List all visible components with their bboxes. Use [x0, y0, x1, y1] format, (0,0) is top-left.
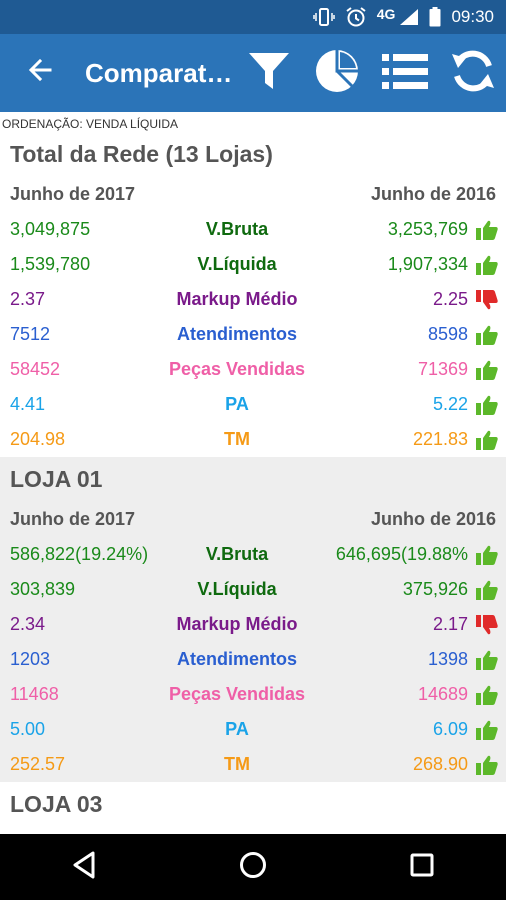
signal-icon	[399, 8, 419, 26]
nav-home-button[interactable]	[223, 837, 283, 897]
metric-label: Atendimentos	[176, 324, 297, 344]
period-header: Junho de 2017 Junho de 2016	[0, 176, 506, 212]
thumbs-up-icon	[476, 649, 498, 671]
system-navigation-bar	[0, 834, 506, 900]
filter-icon	[247, 49, 291, 98]
previous-value: 3,253,769	[387, 219, 468, 239]
previous-value: 1,907,334	[387, 254, 468, 274]
section-title: Total da Rede (13 Lojas)	[10, 141, 273, 167]
period-current: Junho de 2017	[10, 183, 136, 204]
metric-label: PA	[225, 719, 249, 739]
previous-value: 268.90	[412, 754, 468, 774]
period-previous: Junho de 2016	[370, 183, 496, 204]
network-label: 4G	[376, 6, 396, 22]
section-title: LOJA 03	[10, 791, 103, 817]
status-bar: 4G 09:30	[0, 0, 506, 34]
previous-value: 2.25	[432, 289, 468, 309]
metric-label: TM	[224, 754, 250, 774]
period-header: Junho de 2017 Junho de 2016	[0, 501, 506, 537]
thumbs-up-icon	[476, 684, 498, 706]
metric-row-markup: 2.37 Markup Médio 2.25	[0, 282, 506, 317]
triangle-back-icon	[71, 851, 97, 884]
previous-value: 14689	[417, 684, 468, 704]
list-icon	[382, 51, 428, 96]
previous-value: 5.22	[432, 394, 468, 414]
filter-button[interactable]	[244, 48, 294, 98]
nav-recents-button[interactable]	[392, 837, 452, 897]
thumbs-up-icon	[476, 254, 498, 276]
previous-value: 71369	[417, 359, 468, 379]
thumbs-down-icon	[476, 289, 498, 311]
metric-label: TM	[224, 429, 250, 449]
metric-label: PA	[225, 394, 249, 414]
metric-row-v-bruta: 586,822(19.24%) V.Bruta 646,695(19.88%	[0, 537, 506, 572]
pie-chart-icon	[314, 48, 360, 99]
comparison-content[interactable]: ORDENAÇÃO: VENDA LÍQUIDA Total da Rede (…	[0, 112, 506, 834]
arrow-left-icon	[26, 56, 54, 89]
thumbs-up-icon	[476, 579, 498, 601]
battery-icon	[429, 7, 441, 27]
previous-value: 221.83	[412, 429, 468, 449]
thumbs-up-icon	[476, 219, 498, 241]
refresh-icon	[450, 48, 496, 99]
back-button[interactable]	[22, 54, 58, 90]
store-section-loja-01[interactable]: LOJA 01 Junho de 2017 Junho de 2016 586,…	[0, 457, 506, 782]
metric-label: Atendimentos	[176, 649, 297, 669]
circle-home-icon	[239, 851, 267, 884]
thumbs-up-icon	[476, 544, 498, 566]
list-button[interactable]	[380, 48, 430, 98]
thumbs-up-icon	[476, 359, 498, 381]
status-icons: 4G 09:30	[313, 0, 494, 34]
metric-label: Markup Médio	[176, 289, 298, 309]
network-total-section: Total da Rede (13 Lojas) Junho de 2017 J…	[0, 132, 506, 457]
thumbs-down-icon	[476, 614, 498, 636]
previous-value: 1398	[427, 649, 468, 669]
thumbs-up-icon	[476, 719, 498, 741]
metric-row-atendimentos: 1203 Atendimentos 1398	[0, 642, 506, 677]
metric-label: Peças Vendidas	[168, 359, 306, 379]
metric-row-pa: 4.41 PA 5.22	[0, 387, 506, 422]
previous-value: 375,926	[402, 579, 468, 599]
period-previous: Junho de 2016	[370, 508, 496, 529]
ordering-label: ORDENAÇÃO: VENDA LÍQUIDA	[2, 117, 179, 131]
thumbs-up-icon	[476, 429, 498, 451]
app-bar: Comparat…	[0, 34, 506, 112]
section-title: LOJA 01	[10, 466, 103, 492]
thumbs-up-icon	[476, 754, 498, 776]
metric-row-v-liquida: 303,839 V.Líquida 375,926	[0, 572, 506, 607]
square-recents-icon	[410, 853, 434, 882]
vibrate-icon	[313, 7, 335, 27]
previous-value: 8598	[427, 324, 468, 344]
nav-back-button[interactable]	[54, 837, 114, 897]
metric-row-pecas-vendidas: 11468 Peças Vendidas 14689	[0, 677, 506, 712]
period-current: Junho de 2017	[10, 508, 136, 529]
metric-row-atendimentos: 7512 Atendimentos 8598	[0, 317, 506, 352]
metric-row-v-bruta: 3,049,875 V.Bruta 3,253,769	[0, 212, 506, 247]
metric-row-pecas-vendidas: 58452 Peças Vendidas 71369	[0, 352, 506, 387]
metric-label: Peças Vendidas	[168, 684, 306, 704]
previous-value: 6.09	[432, 719, 468, 739]
thumbs-up-icon	[476, 324, 498, 346]
metric-row-tm: 252.57 TM 268.90	[0, 747, 506, 782]
metric-row-v-liquida: 1,539,780 V.Líquida 1,907,334	[0, 247, 506, 282]
previous-value: 646,695(19.88%	[335, 544, 468, 564]
metric-row-pa: 5.00 PA 6.09	[0, 712, 506, 747]
status-time: 09:30	[451, 7, 494, 26]
thumbs-up-icon	[476, 394, 498, 416]
metric-label: Markup Médio	[176, 614, 298, 634]
page-title: Comparat…	[85, 58, 233, 88]
metric-row-markup: 2.34 Markup Médio 2.17	[0, 607, 506, 642]
store-section-loja-03[interactable]: LOJA 03	[0, 782, 506, 826]
refresh-button[interactable]	[448, 48, 498, 98]
previous-value: 2.17	[432, 614, 468, 634]
app-bar-actions	[244, 34, 498, 112]
metric-row-tm: 204.98 TM 221.83	[0, 422, 506, 457]
chart-button[interactable]	[312, 48, 362, 98]
alarm-icon	[345, 6, 367, 28]
